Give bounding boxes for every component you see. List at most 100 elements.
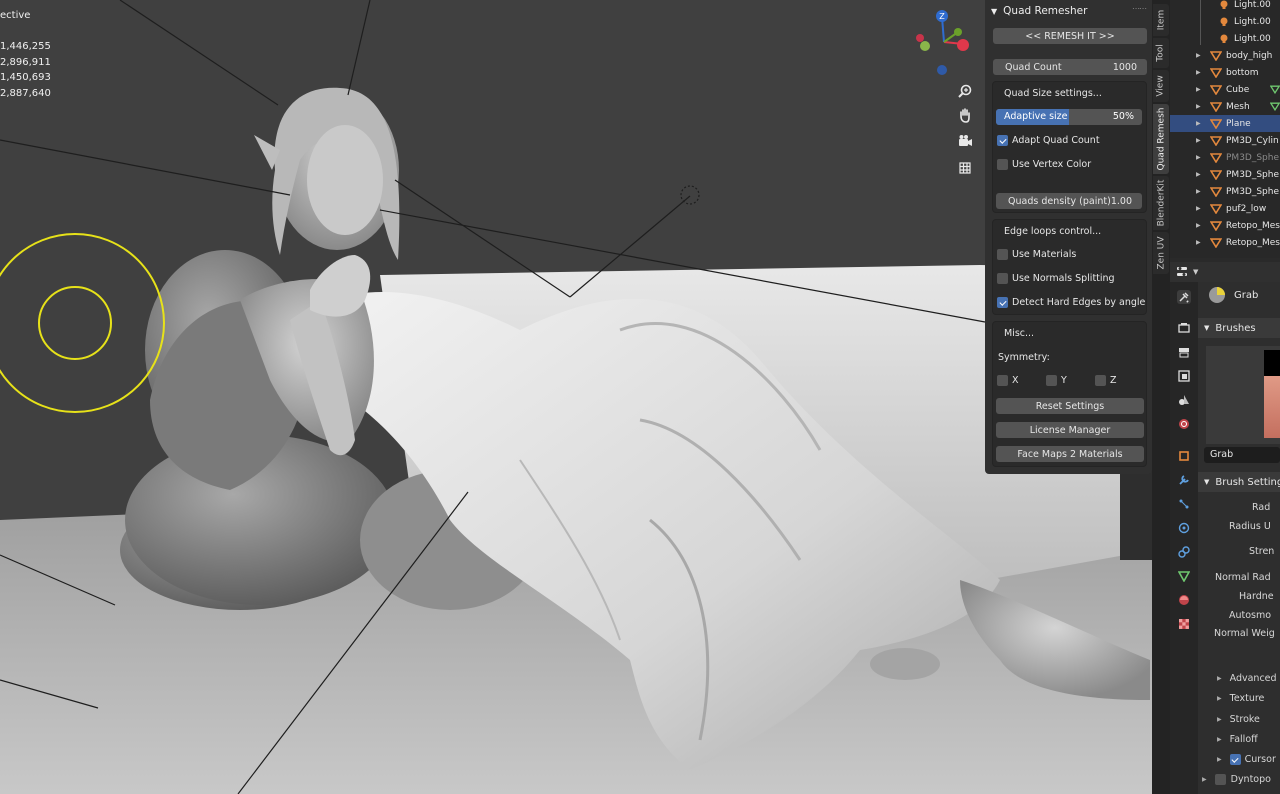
outliner-item[interactable]: ▶ Retopo_Mes <box>1170 217 1280 234</box>
world-tab-icon[interactable] <box>1177 417 1191 431</box>
outliner-item[interactable]: Light.00 <box>1170 0 1280 13</box>
symmetry-y-checkbox[interactable]: Y <box>1046 375 1067 386</box>
particles-tab-icon[interactable] <box>1177 497 1191 511</box>
reset-settings-button[interactable]: Reset Settings <box>996 398 1144 414</box>
outliner[interactable]: Light.00 Light.00 Light.00 ▶ body_high ▶ botto… <box>1170 0 1280 258</box>
brushes-section-header[interactable]: ▼ Brushes <box>1198 318 1280 338</box>
chevron-right-icon[interactable]: ▶ <box>1196 188 1204 195</box>
chevron-right-icon[interactable]: ▶ <box>1196 120 1204 127</box>
brush-settings-section-header[interactable]: ▼ Brush Setting <box>1198 472 1280 492</box>
output-tab-icon[interactable] <box>1177 345 1191 359</box>
constraints-tab-icon[interactable] <box>1177 545 1191 559</box>
adaptive-size-value: 50% <box>1112 111 1134 122</box>
outliner-item[interactable]: Light.00 <box>1170 30 1280 47</box>
outliner-item[interactable]: ▶ Cube <box>1170 81 1280 98</box>
texture-tab-icon[interactable] <box>1177 617 1191 631</box>
quad-remesher-header[interactable]: ▼ Quad Remesher <box>985 0 1152 22</box>
outliner-item-label: Cube <box>1226 84 1250 95</box>
cursor-subsection[interactable]: ▶ Cursor <box>1217 754 1276 765</box>
modifiers-tab-icon[interactable] <box>1177 473 1191 487</box>
face-maps-button[interactable]: Face Maps 2 Materials <box>996 446 1144 462</box>
brush-preview[interactable] <box>1206 346 1280 444</box>
tab-quad-remesh[interactable]: Quad Remesh <box>1153 104 1169 174</box>
sidebar-tabs: Item Tool View Quad Remesh BlenderKit Ze… <box>1152 0 1170 794</box>
stroke-subsection[interactable]: ▶ Stroke <box>1217 714 1260 725</box>
quad-size-title[interactable]: Quad Size settings... <box>1004 88 1102 99</box>
brush-name-field[interactable]: Grab <box>1204 447 1280 463</box>
chevron-right-icon[interactable]: ▶ <box>1196 137 1204 144</box>
use-normals-splitting-label: Use Normals Splitting <box>1012 273 1115 284</box>
editor-type-dropdown[interactable]: ▼ <box>1176 265 1200 279</box>
view-layer-tab-icon[interactable] <box>1177 369 1191 383</box>
physics-tab-icon[interactable] <box>1177 521 1191 535</box>
tab-zen-uv[interactable]: Zen UV <box>1153 232 1169 274</box>
tool-tab-icon[interactable] <box>1177 290 1191 304</box>
quad-count-field[interactable]: Quad Count 1000 <box>993 59 1147 75</box>
outliner-item[interactable]: ▶ Retopo_Mes <box>1170 234 1280 251</box>
quad-count-label: Quad Count <box>1005 61 1062 73</box>
symmetry-z-checkbox[interactable]: Z <box>1095 375 1117 386</box>
quads-density-field[interactable]: Quads density (paint) 1.00 <box>996 193 1142 209</box>
grid-icon[interactable] <box>954 157 976 179</box>
object-tab-icon[interactable] <box>1177 449 1191 463</box>
right-editors: Light.00 Light.00 Light.00 ▶ body_high ▶ botto… <box>1170 0 1280 794</box>
chevron-right-icon[interactable]: ▶ <box>1196 222 1204 229</box>
outliner-item[interactable]: ▶ bottom <box>1170 64 1280 81</box>
outliner-item[interactable]: ▶ PM3D_Sphe <box>1170 166 1280 183</box>
detect-hard-edges-checkbox[interactable]: Detect Hard Edges by angle <box>997 297 1145 308</box>
edge-loops-title[interactable]: Edge loops control... <box>1004 226 1101 237</box>
checkbox-unchecked-icon[interactable] <box>1214 774 1226 785</box>
remesh-button[interactable]: << REMESH IT >> <box>993 28 1147 44</box>
outliner-item[interactable]: ▶ PM3D_Sphe <box>1170 183 1280 200</box>
tab-tool[interactable]: Tool <box>1153 38 1169 68</box>
texture-subsection[interactable]: ▶ Texture <box>1217 693 1264 704</box>
zoom-icon[interactable] <box>954 80 976 102</box>
adaptive-size-slider[interactable]: Adaptive size 50% <box>996 109 1142 125</box>
use-normals-splitting-checkbox[interactable]: Use Normals Splitting <box>997 273 1115 284</box>
render-tab-icon[interactable] <box>1177 321 1191 335</box>
chevron-right-icon[interactable]: ▶ <box>1196 69 1204 76</box>
scene-tab-icon[interactable] <box>1177 393 1191 407</box>
quad-remesher-panel: ▼ Quad Remesher ⋯⋯ << REMESH IT >> Quad … <box>985 0 1152 474</box>
hand-pan-icon[interactable] <box>954 104 976 126</box>
outliner-item[interactable]: ▶ body_high <box>1170 47 1280 64</box>
use-vertex-color-checkbox[interactable]: Use Vertex Color <box>997 159 1091 170</box>
3d-viewport[interactable]: ective 1,446,255 2,896,911 1,450,693 2,8… <box>0 0 1156 794</box>
dyntopo-section[interactable]: ▶ Dyntopo <box>1202 774 1271 785</box>
material-tab-icon[interactable] <box>1177 593 1191 607</box>
misc-title[interactable]: Misc... <box>1004 328 1034 339</box>
data-tab-icon[interactable] <box>1177 569 1191 583</box>
outliner-item[interactable]: ▶ PM3D_Cylin <box>1170 132 1280 149</box>
drag-handle-icon[interactable]: ⋯⋯ <box>1132 4 1147 13</box>
mesh-object-icon <box>1210 135 1222 146</box>
chevron-right-icon[interactable]: ▶ <box>1196 239 1204 246</box>
chevron-right-icon[interactable]: ▶ <box>1196 205 1204 212</box>
outliner-item[interactable]: Light.00 <box>1170 13 1280 30</box>
use-materials-checkbox[interactable]: Use Materials <box>997 249 1076 260</box>
chevron-right-icon[interactable]: ▶ <box>1196 52 1204 59</box>
chevron-right-icon[interactable]: ▶ <box>1196 171 1204 178</box>
checkbox-checked-icon[interactable] <box>1229 754 1241 765</box>
license-manager-button[interactable]: License Manager <box>996 422 1144 438</box>
tab-view[interactable]: View <box>1153 70 1169 102</box>
navigation-gizmo[interactable]: Z <box>910 6 976 80</box>
active-tool[interactable]: Grab <box>1208 286 1258 304</box>
chevron-right-icon[interactable]: ▶ <box>1196 86 1204 93</box>
falloff-subsection[interactable]: ▶ Falloff <box>1217 734 1258 745</box>
symmetry-x-checkbox[interactable]: X <box>997 375 1019 386</box>
advanced-subsection[interactable]: ▶ Advanced <box>1217 673 1277 684</box>
outliner-item[interactable]: ▶ Plane <box>1170 115 1280 132</box>
outliner-item-label: Plane <box>1226 118 1251 129</box>
adapt-quad-count-checkbox[interactable]: Adapt Quad Count <box>997 135 1100 146</box>
properties-editor: ▼ Grab ▼ Brushes Grab ▼ Brush Setting Ra… <box>1170 262 1280 794</box>
texture-label: Texture <box>1229 693 1265 704</box>
outliner-item-label: Light.00 <box>1234 16 1271 27</box>
chevron-right-icon[interactable]: ▶ <box>1196 154 1204 161</box>
outliner-item[interactable]: ▶ Mesh <box>1170 98 1280 115</box>
chevron-right-icon[interactable]: ▶ <box>1196 103 1204 110</box>
outliner-item[interactable]: ▶ puf2_low <box>1170 200 1280 217</box>
camera-icon[interactable] <box>954 130 976 152</box>
outliner-item[interactable]: ▶ PM3D_Sphe <box>1170 149 1280 166</box>
tab-blenderkit[interactable]: BlenderKit <box>1153 176 1169 230</box>
tab-item[interactable]: Item <box>1153 4 1169 36</box>
